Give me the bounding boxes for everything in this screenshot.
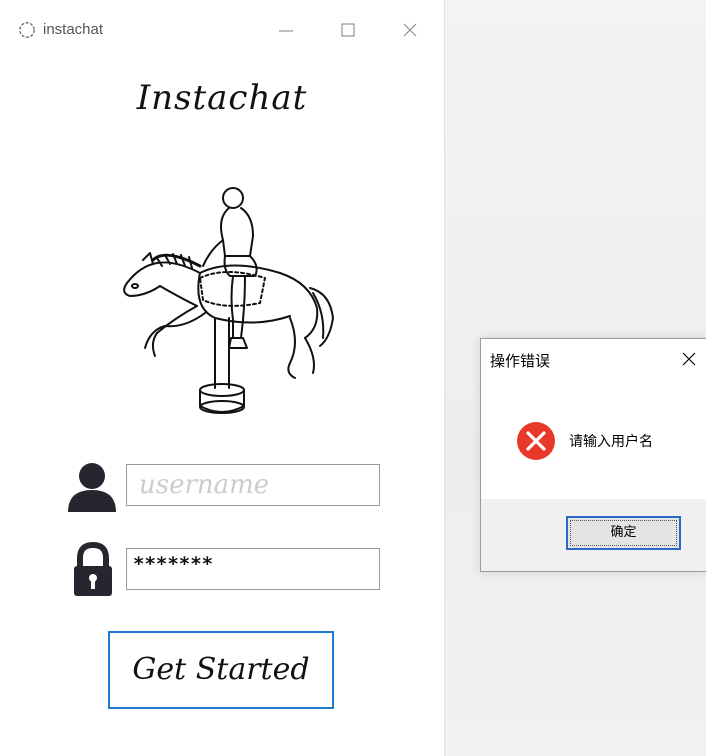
chat-bubble-icon [18, 21, 36, 39]
password-input[interactable]: ******* [126, 548, 380, 590]
ok-button[interactable]: 确定 [566, 516, 681, 550]
minimize-button[interactable] [274, 18, 298, 42]
carousel-horse-illustration [123, 187, 334, 414]
username-input[interactable]: username [126, 464, 380, 506]
close-icon[interactable] [678, 348, 700, 370]
app-window: instachat Instachat username ******* Get… [0, 0, 445, 756]
user-icon [68, 463, 116, 512]
error-dialog: 操作错误 请输入用户名 确定 [480, 338, 706, 572]
window-title: instachat [43, 21, 104, 38]
app-heading: Instachat [136, 78, 308, 118]
close-button[interactable] [398, 18, 422, 42]
dialog-title: 操作错误 [490, 352, 551, 370]
dialog-message: 请输入用户名 [569, 434, 653, 450]
get-started-button[interactable]: Get Started [108, 631, 334, 709]
lock-icon [74, 542, 112, 596]
maximize-button[interactable] [336, 18, 360, 42]
dialog-footer: 确定 [481, 499, 706, 571]
error-icon [517, 422, 555, 460]
title-bar: instachat [0, 0, 444, 60]
